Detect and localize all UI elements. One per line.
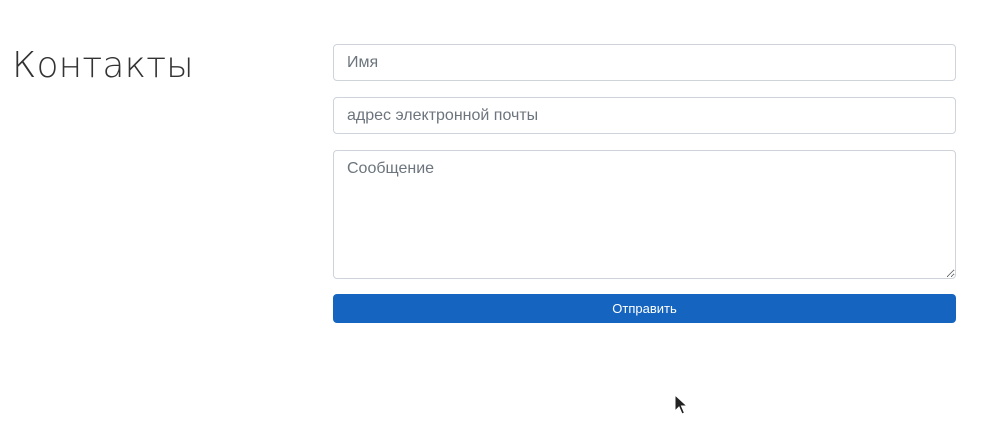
mouse-pointer-icon [674,394,688,415]
page-title: Контакты [12,45,194,86]
name-input[interactable] [333,44,956,81]
message-textarea[interactable] [333,150,956,279]
submit-button[interactable]: Отправить [333,294,956,323]
email-input[interactable] [333,97,956,134]
contact-form: Отправить [333,44,956,323]
